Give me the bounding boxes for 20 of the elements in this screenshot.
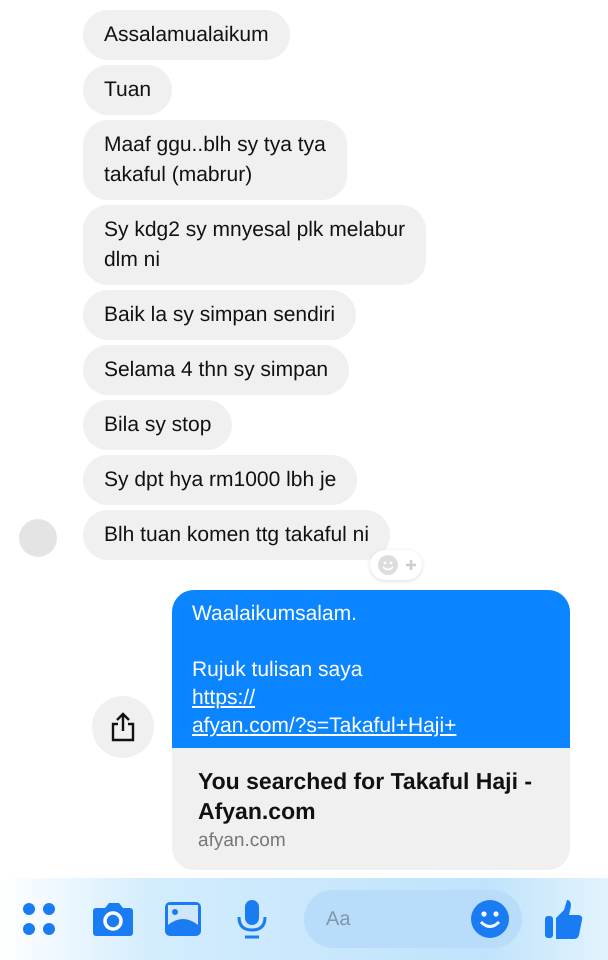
message-bubble: Selama 4 thn sy simpan	[83, 345, 350, 395]
message-text: Waalaikumsalam.	[192, 602, 357, 625]
thumbs-up-icon[interactable]	[544, 898, 584, 940]
preview-domain: afyan.com	[198, 830, 287, 852]
message-field[interactable]: Aa	[304, 890, 522, 948]
microphone-icon[interactable]	[236, 899, 268, 939]
camera-icon[interactable]	[92, 901, 134, 937]
preview-title: You searched for Takaful Haji - Afyan.com	[198, 767, 534, 826]
message-bubble: Bila sy stop	[83, 400, 232, 450]
image-icon[interactable]	[164, 901, 202, 937]
message-bubble: Sy dpt hya rm1000 lbh je	[83, 455, 358, 505]
message-bubble: Assalamualaikum	[83, 10, 290, 60]
share-icon	[110, 712, 136, 742]
message-text: Rujuk tulisan saya	[192, 657, 364, 683]
message-bubble: Tuan	[83, 65, 172, 115]
link[interactable]: https:// afyan.com/?s=Takaful+Haji+	[192, 684, 550, 740]
message-bubble: Sy kdg2 sy mnyesal plk melabur dlm ni	[83, 205, 426, 285]
message-bubble: Baik la sy simpan sendiri	[83, 290, 356, 340]
message-bubble: Blh tuan komen ttg takaful ni	[83, 510, 390, 560]
message-bubble: Maaf ggu..blh sy tya tya takaful (mabrur)	[83, 120, 347, 200]
